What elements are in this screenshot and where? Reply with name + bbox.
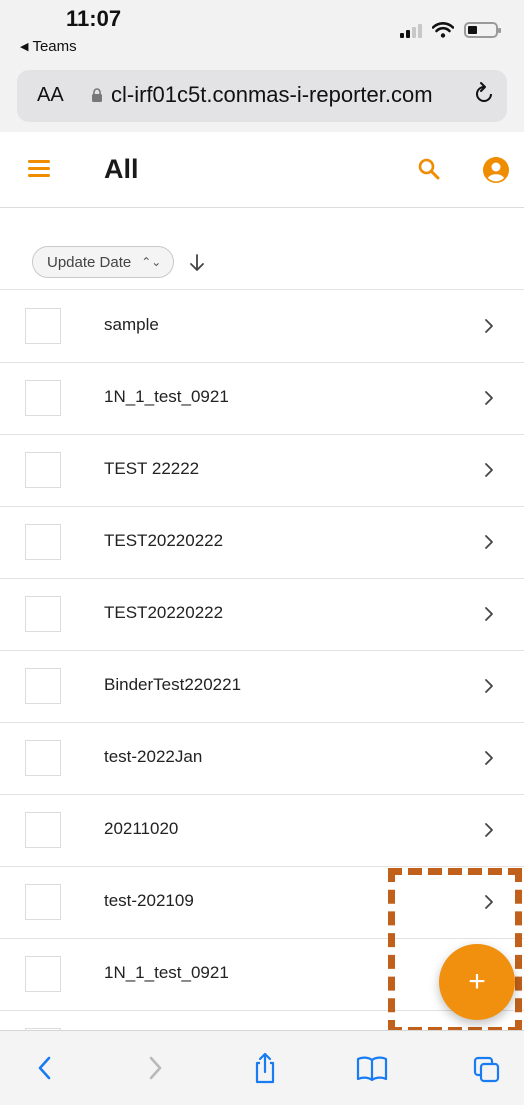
item-thumbnail: [25, 596, 61, 632]
item-name: TEST 22222: [104, 459, 200, 478]
wifi-icon: [432, 22, 454, 38]
list-item[interactable]: TEST 22222: [0, 435, 524, 507]
item-thumbnail: [25, 452, 61, 488]
item-thumbnail: [25, 884, 61, 920]
item-thumbnail: [25, 668, 61, 704]
item-name: test-2022Jan: [104, 747, 203, 766]
item-thumbnail: [25, 740, 61, 776]
back-app-label: Teams: [32, 38, 77, 55]
item-name: sample: [104, 315, 159, 334]
url-text: cl-irf01c5t.conmas-i-reporter.com: [111, 82, 433, 107]
text-size-label: AA: [37, 84, 64, 106]
list-item[interactable]: 20211020: [0, 795, 524, 867]
tabs-icon[interactable]: [472, 1051, 502, 1085]
item-thumbnail: [25, 524, 61, 560]
item-name: 20211020: [104, 819, 179, 838]
item-thumbnail: [25, 812, 61, 848]
account-icon[interactable]: [483, 157, 509, 183]
hamburger-menu-icon[interactable]: [28, 160, 50, 178]
list-item[interactable]: TEST20220222: [0, 579, 524, 651]
add-button[interactable]: +: [439, 944, 515, 1020]
item-thumbnail: [25, 308, 61, 344]
status-bar: 11:07 ◀ Teams: [0, 0, 524, 62]
back-icon[interactable]: [30, 1051, 60, 1085]
search-icon[interactable]: [417, 157, 441, 181]
app-header: All: [0, 132, 524, 208]
item-name: 1N_1_test_0921: [104, 963, 229, 982]
list-item[interactable]: TEST20220222: [0, 507, 524, 579]
list-item[interactable]: BinderTest220221: [0, 651, 524, 723]
item-thumbnail: [25, 380, 61, 416]
sort-field-label: Update Date: [47, 253, 132, 271]
chevron-right-icon: [485, 391, 493, 405]
add-button-label: +: [468, 965, 486, 998]
back-triangle-icon: ◀: [20, 41, 29, 53]
page-title: All: [104, 154, 139, 184]
sort-field-select[interactable]: Update Date ⌃⌄: [32, 246, 175, 278]
item-name: test-202109: [104, 891, 194, 910]
chevron-right-icon: [485, 607, 493, 621]
chevron-right-icon: [485, 463, 493, 477]
chevron-right-icon: [485, 823, 493, 837]
bookmarks-icon[interactable]: [355, 1051, 389, 1085]
item-name: BinderTest220221: [104, 675, 242, 694]
share-icon[interactable]: [250, 1051, 280, 1085]
battery-icon: [464, 22, 501, 38]
list-item[interactable]: sample: [0, 291, 524, 363]
back-to-app-link[interactable]: ◀ Teams: [20, 38, 77, 55]
sort-bar: Update Date ⌃⌄: [0, 208, 524, 290]
forward-icon[interactable]: [140, 1051, 170, 1085]
chevron-right-icon: [485, 751, 493, 765]
lock-icon: [92, 88, 102, 102]
chevron-right-icon: [485, 535, 493, 549]
status-time: 11:07: [66, 6, 122, 31]
arrow-down-icon[interactable]: [188, 253, 206, 273]
item-name: TEST20220222: [104, 603, 224, 622]
status-icons: [400, 22, 501, 38]
updown-chevron-icon: ⌃⌄: [141, 255, 162, 269]
reload-icon[interactable]: [471, 80, 497, 108]
browser-address-zone: AA cl-irf01c5t.conmas-i-reporter.com: [0, 62, 524, 132]
cellular-signal-icon: [400, 22, 422, 38]
chevron-right-icon: [485, 319, 493, 333]
item-thumbnail: [25, 956, 61, 992]
text-size-button[interactable]: AA: [37, 84, 64, 107]
list-item[interactable]: 1N_1_test_0921: [0, 363, 524, 435]
item-name: 1N_1_test_0921: [104, 387, 229, 406]
address-bar[interactable]: AA cl-irf01c5t.conmas-i-reporter.com: [17, 70, 507, 122]
chevron-right-icon: [485, 679, 493, 693]
browser-toolbar: [0, 1030, 524, 1105]
list-item[interactable]: test-2022Jan: [0, 723, 524, 795]
item-name: TEST20220222: [104, 531, 224, 550]
